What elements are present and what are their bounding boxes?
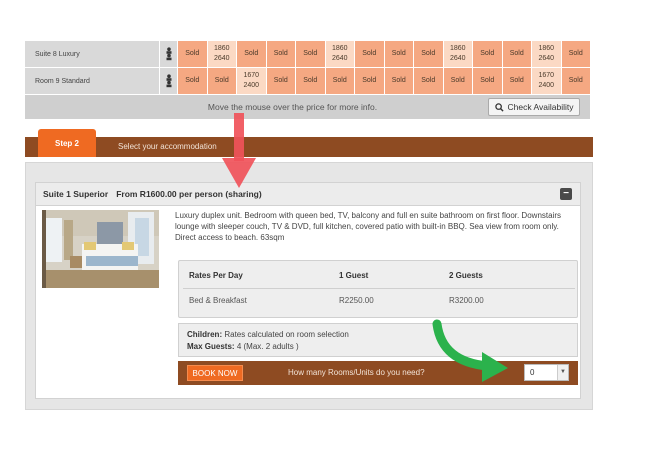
check-availability-button[interactable]: Check Availability — [488, 98, 580, 116]
sold-cell[interactable]: Sold — [501, 41, 531, 67]
price-2-guests: 2640 — [213, 55, 230, 62]
people-icon — [159, 41, 177, 67]
price-2-guests: 2640 — [538, 55, 555, 62]
sold-cell[interactable]: Sold — [177, 41, 207, 67]
price-1-guest: 1860 — [331, 45, 348, 52]
step-tab[interactable]: Step 2 — [38, 129, 96, 157]
sold-cell[interactable]: Sold — [265, 68, 295, 94]
suite-title: Suite 1 Superior — [43, 189, 109, 199]
search-icon — [494, 102, 504, 112]
sold-cell[interactable]: Sold — [383, 41, 413, 67]
grid-row-room-9: Room 9 Standard Sold Sold 1670 2400 Sold Sold… — [25, 68, 590, 94]
price-cell[interactable]: 1860 2640 — [442, 41, 472, 67]
availability-grid: Suite 8 Luxury Sold 1860 2640 Sold Sold Sold 1… — [25, 41, 590, 119]
sold-cell[interactable]: Sold — [413, 68, 443, 94]
children-line: Children: Rates calculated on room selec… — [187, 329, 569, 341]
sold-cell[interactable]: Sold — [354, 68, 384, 94]
price-1-guest: 1670 — [538, 72, 555, 79]
max-guests-line: Max Guests: 4 (Max. 2 adults ) — [187, 341, 569, 353]
rates-header-1-guest: 1 Guest — [333, 264, 443, 289]
price-cell[interactable]: 1860 2640 — [206, 41, 236, 67]
rate-2-guests: R3200.00 — [449, 295, 484, 305]
max-guests-label: Max Guests: — [187, 342, 235, 351]
price-2-guests: 2640 — [331, 55, 348, 62]
room-name: Room 9 Standard — [25, 68, 159, 94]
row-cells: Sold Sold 1670 2400 Sold Sold Sold Sold Sold Sold… — [177, 68, 590, 94]
suite-from-price: From R1600.00 per person (sharing) — [116, 189, 262, 199]
children-value: Rates calculated on room selection — [224, 330, 349, 339]
sold-cell[interactable]: Sold — [560, 41, 590, 67]
book-now-button[interactable]: BOOK NOW — [187, 365, 243, 381]
guest-info: Children: Rates calculated on room selec… — [178, 323, 578, 357]
rate-1-guest: R2250.00 — [339, 295, 374, 305]
grid-row-suite-8: Suite 8 Luxury Sold 1860 2640 Sold Sold Sold 1… — [25, 41, 590, 67]
rates-table: Rates Per Day 1 Guest 2 Guests Bed & Bre… — [178, 260, 578, 318]
sold-cell[interactable]: Sold — [236, 41, 266, 67]
suite-header[interactable]: Suite 1 Superior From R1600.00 per perso… — [36, 183, 580, 206]
price-2-guests: 2400 — [538, 82, 555, 89]
booking-bar: BOOK NOW How many Rooms/Units do you nee… — [178, 361, 578, 385]
suite-description: Luxury duplex unit. Bedroom with queen b… — [175, 211, 561, 242]
accommodation-panel: Suite 1 Superior From R1600.00 per perso… — [25, 162, 593, 410]
price-cell[interactable]: 1670 2400 — [236, 68, 266, 94]
sold-cell[interactable]: Sold — [472, 41, 502, 67]
rate-type: Bed & Breakfast — [189, 295, 247, 305]
minus-icon[interactable]: − — [560, 188, 572, 200]
sold-cell[interactable]: Sold — [354, 41, 384, 67]
sold-cell[interactable]: Sold — [206, 68, 236, 94]
sold-cell[interactable]: Sold — [383, 68, 413, 94]
step-label: Select your accommodation — [118, 142, 217, 151]
price-2-guests: 2640 — [449, 55, 466, 62]
suite-photo — [42, 210, 159, 288]
sold-cell[interactable]: Sold — [295, 68, 325, 94]
rates-header-2-guests: 2 Guests — [443, 264, 575, 289]
max-guests-value: 4 (Max. 2 adults ) — [236, 342, 299, 351]
suite-card: Suite 1 Superior From R1600.00 per perso… — [35, 182, 581, 399]
row-cells: Sold 1860 2640 Sold Sold Sold 1860 2640 Sold Sold… — [177, 41, 590, 67]
sold-cell[interactable]: Sold — [177, 68, 207, 94]
rates-header-type: Rates Per Day — [183, 264, 333, 289]
price-1-guest: 1860 — [538, 45, 555, 52]
sold-cell[interactable]: Sold — [442, 68, 472, 94]
sold-cell[interactable]: Sold — [265, 41, 295, 67]
price-1-guest: 1860 — [213, 45, 230, 52]
sold-cell[interactable]: Sold — [295, 41, 325, 67]
room-name: Suite 8 Luxury — [25, 41, 159, 67]
check-availability-label: Check Availability — [507, 102, 574, 112]
step-bar: Step 2 Select your accommodation — [25, 129, 593, 157]
chevron-down-icon[interactable]: ▼ — [557, 365, 568, 380]
table-row: Bed & Breakfast R2250.00 R3200.00 — [183, 288, 575, 312]
price-1-guest: 1670 — [243, 72, 260, 79]
price-cell[interactable]: 1860 2640 — [531, 41, 561, 67]
sold-cell[interactable]: Sold — [324, 68, 354, 94]
hint-bar: Move the mouse over the price for more i… — [25, 95, 590, 119]
price-2-guests: 2400 — [243, 82, 260, 89]
price-cell[interactable]: 1860 2640 — [324, 41, 354, 67]
price-1-guest: 1860 — [449, 45, 466, 52]
rooms-select-value: 0 — [530, 368, 535, 377]
sold-cell[interactable]: Sold — [560, 68, 590, 94]
price-cell[interactable]: 1670 2400 — [531, 68, 561, 94]
children-label: Children: — [187, 330, 223, 339]
rooms-question: How many Rooms/Units do you need? — [288, 368, 425, 377]
sold-cell[interactable]: Sold — [413, 41, 443, 67]
people-icon — [159, 68, 177, 94]
sold-cell[interactable]: Sold — [472, 68, 502, 94]
sold-cell[interactable]: Sold — [501, 68, 531, 94]
rooms-select[interactable]: 0 ▼ — [524, 364, 569, 381]
